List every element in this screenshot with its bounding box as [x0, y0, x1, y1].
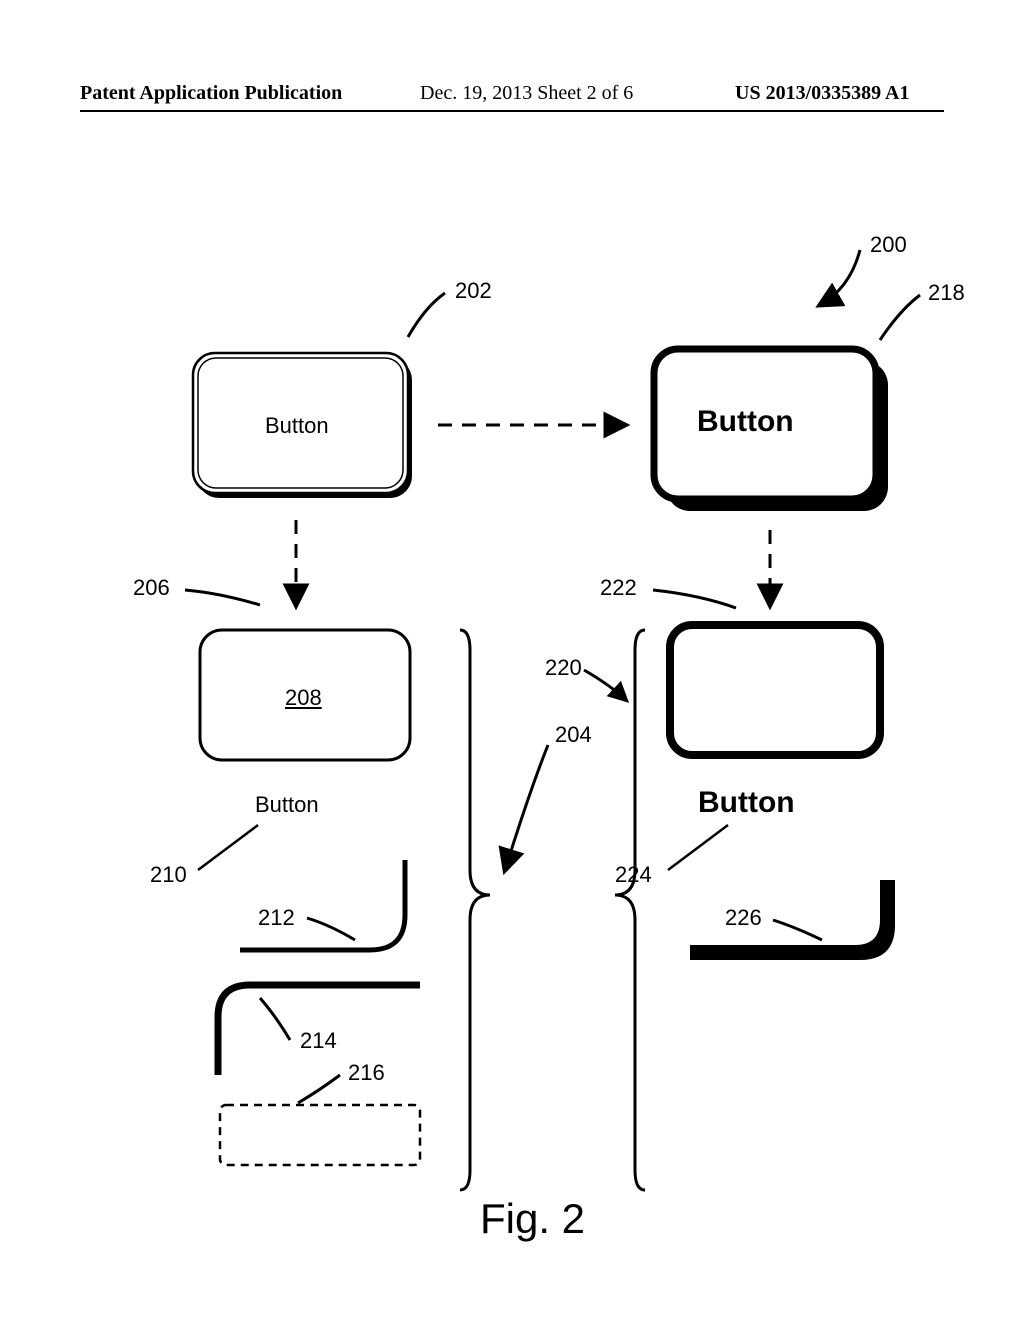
bracket-220	[615, 630, 645, 1190]
leader-202	[408, 293, 445, 337]
ref-210: 210	[150, 862, 187, 888]
leader-212	[307, 918, 355, 940]
leader-206	[185, 590, 260, 605]
leader-216	[298, 1075, 340, 1103]
ref-222: 222	[600, 575, 637, 601]
ref-200: 200	[870, 232, 907, 258]
ref-206: 206	[133, 575, 170, 601]
layer-226	[690, 880, 895, 960]
leader-200	[820, 250, 860, 305]
ref-214: 214	[300, 1028, 337, 1054]
ref-216: 216	[348, 1060, 385, 1086]
ref-220: 220	[545, 655, 582, 681]
label-224-text: Button	[698, 786, 795, 820]
figure-svg	[0, 0, 1024, 1320]
layer-216	[220, 1105, 420, 1165]
leader-214	[260, 998, 290, 1040]
leader-204	[505, 745, 548, 870]
ref-226: 226	[725, 905, 762, 931]
leader-224	[668, 825, 728, 870]
layer-222-rect	[670, 625, 880, 755]
leader-210	[198, 825, 258, 870]
figure-caption: Fig. 2	[480, 1195, 585, 1243]
ref-224: 224	[615, 862, 652, 888]
page: Patent Application Publication Dec. 19, …	[0, 0, 1024, 1320]
bracket-204	[460, 630, 490, 1190]
ref-204: 204	[555, 722, 592, 748]
ref-218: 218	[928, 280, 965, 306]
leader-222	[653, 590, 736, 608]
button-202-label: Button	[265, 413, 329, 439]
leader-220	[584, 670, 626, 700]
ref-202: 202	[455, 278, 492, 304]
leader-218	[880, 295, 920, 340]
leader-226	[773, 920, 822, 940]
ref-212: 212	[258, 905, 295, 931]
button-218-label: Button	[697, 405, 794, 439]
label-208-text: 208	[285, 685, 322, 711]
label-210-text: Button	[255, 792, 319, 818]
